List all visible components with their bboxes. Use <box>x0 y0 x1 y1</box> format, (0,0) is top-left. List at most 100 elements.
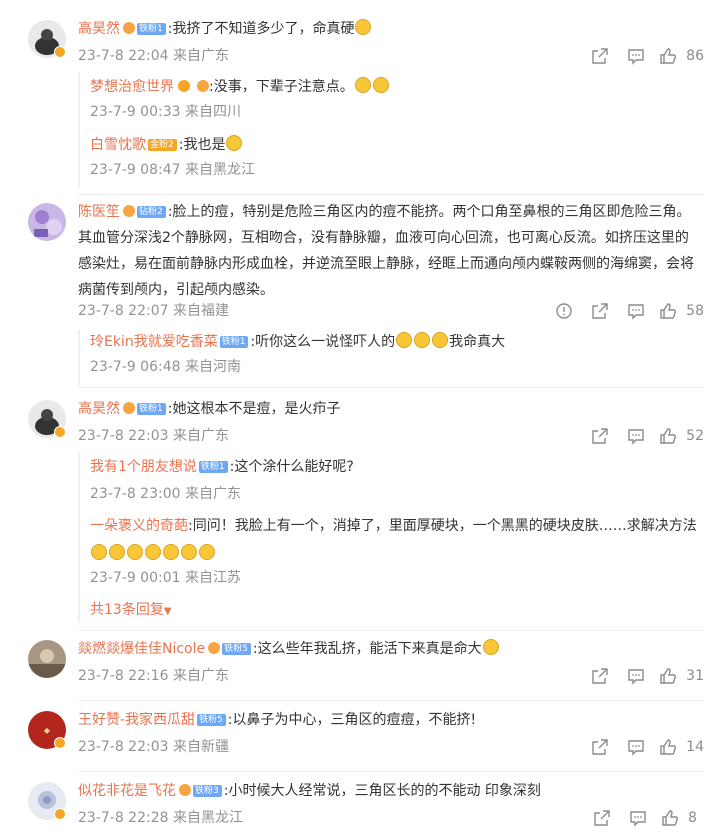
caret-down-icon: ▼ <box>163 606 172 617</box>
username[interactable]: 高昊然 <box>78 21 120 37</box>
like-icon[interactable] <box>654 737 682 757</box>
username[interactable]: 似花非花是飞花 <box>78 783 176 799</box>
username[interactable]: 我有1个朋友想说 <box>90 459 197 475</box>
reply-meta: 23-7-9 08:47 来自黑龙江 <box>90 160 255 180</box>
comment-line: 高昊然 铁粉1:我挤了不知道多少了，命真硬 <box>78 16 700 42</box>
timestamp: 23-7-9 06:48 <box>90 359 181 375</box>
timestamp: 23-7-8 22:16 <box>78 668 169 684</box>
divider <box>78 630 704 631</box>
username[interactable]: 玲Ekin我就爱吃香菜 <box>90 334 218 350</box>
location: 来自江苏 <box>184 570 241 586</box>
location: 来自新疆 <box>172 739 229 755</box>
avatar[interactable] <box>28 640 66 678</box>
comment-icon[interactable] <box>618 426 654 446</box>
reply-block: 梦想治愈世界 :没事，下辈子注意点。 23-7-9 00:33 来自四川 白雪忱歌… <box>78 72 706 188</box>
share-icon[interactable] <box>582 426 618 446</box>
comment-text: :小时候大人经常说，三角区长的的不能动 印象深刻 <box>223 783 541 799</box>
emoji-icon <box>145 544 161 560</box>
share-icon[interactable] <box>582 301 618 321</box>
share-icon[interactable] <box>582 737 618 757</box>
username[interactable]: 一朵褒义的奇葩 <box>90 518 188 534</box>
emoji-icon <box>181 544 197 560</box>
fan-badge: 铁粉1 <box>137 23 166 35</box>
emoji-icon <box>482 639 499 655</box>
fan-badge: 铁粉3 <box>193 785 222 797</box>
comment-icon[interactable] <box>618 46 654 66</box>
location: 来自黑龙江 <box>184 162 255 178</box>
like-icon[interactable] <box>656 808 684 828</box>
comment-line: 似花非花是飞花 铁粉3:小时候大人经常说，三角区长的的不能动 印象深刻 <box>78 778 700 804</box>
username[interactable]: 梦想治愈世界 <box>90 79 174 95</box>
location: 来自广东 <box>184 486 241 502</box>
emoji-icon <box>355 19 372 35</box>
avatar[interactable] <box>28 203 66 241</box>
location: 来自广东 <box>172 668 229 684</box>
comment-line: 高昊然 铁粉1:她这根本不是痘，是火疖子 <box>78 396 700 422</box>
divider <box>78 387 704 388</box>
reply-meta: 23-7-9 00:33 来自四川 <box>90 102 241 122</box>
comment-actions: 58 <box>546 301 704 321</box>
comment-icon[interactable] <box>618 666 654 686</box>
like-count: 31 <box>686 668 704 684</box>
comment-icon[interactable] <box>618 301 654 321</box>
emoji-icon <box>91 544 107 560</box>
comment-line: 燚燃燚爆佳佳Nicole 铁粉5:这么些年我乱挤，能活下来真是命大 <box>78 636 700 662</box>
comment-meta: 23-7-8 22:03 来自广东 <box>78 426 229 446</box>
share-icon[interactable] <box>582 666 618 686</box>
reply-block: 玲Ekin我就爱吃香菜 铁粉1:听你这么一说怪吓人的 我命真大 23-7-9 06:… <box>78 329 706 385</box>
svg-text:◆: ◆ <box>44 726 51 735</box>
like-icon[interactable] <box>654 301 682 321</box>
like-count: 58 <box>686 303 704 319</box>
verified-badge-icon <box>54 737 66 749</box>
fan-badge: 铁粉5 <box>222 643 251 655</box>
reply-line: 我有1个朋友想说 铁粉1:这个涂什么能好呢? <box>90 454 706 480</box>
comment-icon[interactable] <box>620 808 656 828</box>
emoji-icon <box>199 544 215 560</box>
username[interactable]: 王好赞-我家西瓜甜 <box>78 712 195 728</box>
comment-icon[interactable] <box>618 737 654 757</box>
emoji-icon <box>372 77 389 93</box>
comment-item: 高昊然 铁粉1:她这根本不是痘，是火疖子 23-7-8 22:03 来自广东 52… <box>0 390 720 631</box>
like-icon[interactable] <box>654 46 682 66</box>
reply-meta: 23-7-9 06:48 来自河南 <box>90 357 241 377</box>
fan-badge: 铁粉1 <box>219 336 249 348</box>
like-count: 14 <box>686 739 704 755</box>
crown-icon <box>123 22 135 34</box>
username[interactable]: 陈医笙 <box>78 204 120 220</box>
timestamp: 23-7-8 22:07 <box>78 303 169 319</box>
comment-item: 似花非花是飞花 铁粉3:小时候大人经常说，三角区长的的不能动 印象深刻 23-7-… <box>0 774 720 833</box>
fan-badge: 铁粉1 <box>137 403 166 415</box>
emoji-icon <box>432 332 449 348</box>
comment-meta: 23-7-8 22:03 来自新疆 <box>78 737 229 757</box>
comment-actions: 31 <box>582 666 704 686</box>
reply-meta: 23-7-8 23:00 来自广东 <box>90 484 241 504</box>
comment-text: :她这根本不是痘，是火疖子 <box>167 401 341 417</box>
crown-icon <box>123 205 135 217</box>
comment-text: :我挤了不知道多少了，命真硬 <box>167 21 355 37</box>
reply-text: :同问！我脸上有一个，消掉了，里面厚硬块，一个黑黑的硬块皮肤……求解决方法 <box>188 518 697 534</box>
report-icon[interactable] <box>546 301 582 321</box>
reply-meta: 23-7-9 00:01 来自江苏 <box>90 568 241 588</box>
like-count: 52 <box>686 428 704 444</box>
timestamp: 23-7-8 22:28 <box>78 810 169 826</box>
like-count: 86 <box>686 48 704 64</box>
timestamp: 23-7-8 23:00 <box>90 486 181 502</box>
fan-badge: 铁粉5 <box>197 714 226 726</box>
reply-text: :没事，下辈子注意点。 <box>209 79 354 95</box>
verified-badge-icon <box>54 46 66 58</box>
like-icon[interactable] <box>654 426 682 446</box>
more-replies-label: 共13条回复 <box>90 602 164 618</box>
timestamp: 23-7-9 00:33 <box>90 104 181 120</box>
username[interactable]: 白雪忱歌 <box>90 137 146 153</box>
username[interactable]: 燚燃燚爆佳佳Nicole <box>78 641 205 657</box>
crown-icon <box>179 784 191 796</box>
share-icon[interactable] <box>584 808 620 828</box>
like-icon[interactable] <box>654 666 682 686</box>
emoji-icon <box>414 332 431 348</box>
more-replies-link[interactable]: 共13条回复▼ <box>90 600 172 622</box>
emoji-icon <box>354 77 371 93</box>
crown-icon <box>197 80 209 92</box>
comment-actions: 14 <box>582 737 704 757</box>
share-icon[interactable] <box>582 46 618 66</box>
username[interactable]: 高昊然 <box>78 401 120 417</box>
